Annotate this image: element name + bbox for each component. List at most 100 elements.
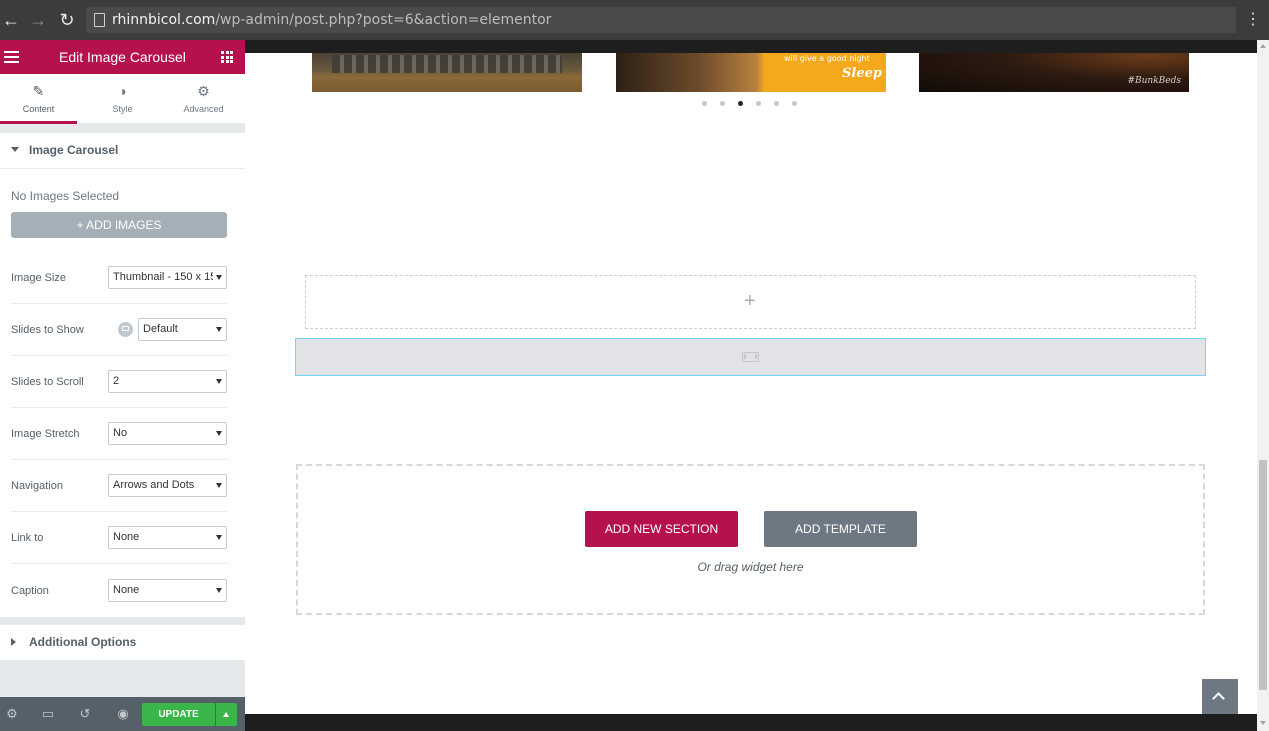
hamburger-menu-icon[interactable] [4, 48, 20, 66]
tab-content[interactable]: ✎ Content [0, 74, 77, 124]
tab-style[interactable]: ◑ Style [84, 74, 161, 124]
section-image-carousel[interactable]: Image Carousel [0, 133, 245, 169]
slides-to-show-select[interactable]: Default [138, 318, 227, 341]
dropdown-arrow-icon [216, 483, 222, 488]
add-images-button[interactable]: + ADD IMAGES [11, 212, 227, 238]
gear-icon: ⚙ [197, 83, 210, 99]
controls-area: No Images Selected + ADD IMAGES Image Si… [0, 169, 245, 617]
carousel-widget-icon [742, 352, 759, 362]
link-to-select[interactable]: None [108, 526, 227, 549]
control-slides-to-scroll: Slides to Scroll 2 [0, 356, 245, 408]
half-circle-icon: ◑ [118, 83, 127, 99]
caret-right-icon [11, 638, 16, 646]
carousel-slide-building[interactable] [312, 53, 582, 92]
select-value: None [113, 584, 140, 596]
select-value: Default [143, 323, 178, 335]
forward-arrow-icon[interactable]: → [27, 9, 49, 31]
select-value: No [113, 427, 128, 439]
slide-script-text: Sleep [842, 66, 882, 81]
control-image-stretch: Image Stretch No [0, 408, 245, 460]
dropdown-arrow-icon [216, 431, 222, 436]
plus-icon[interactable]: + [744, 289, 756, 313]
dropdown-arrow-icon [216, 275, 222, 280]
slide-caption: will give a good night [784, 54, 870, 63]
scroll-thumb[interactable] [1259, 460, 1267, 690]
section-title: Image Carousel [29, 143, 119, 157]
add-new-section-button[interactable]: ADD NEW SECTION [585, 511, 738, 547]
caption-select[interactable]: None [108, 579, 227, 602]
tab-advanced-label: Advanced [183, 104, 224, 114]
navigation-select[interactable]: Arrows and Dots [108, 474, 227, 497]
dropdown-arrow-icon [216, 535, 222, 540]
image-size-select[interactable]: Thumbnail - 150 x 150 [108, 266, 227, 289]
page-icon [94, 13, 105, 27]
caret-down-icon [11, 147, 19, 152]
responsive-device-icon[interactable] [118, 322, 133, 337]
no-images-text: No Images Selected [11, 189, 120, 203]
page-scrollbar[interactable] [1257, 40, 1269, 731]
carousel-dot-active[interactable] [738, 101, 743, 106]
save-options-button[interactable] [216, 703, 237, 726]
carousel-slide-bunkbeds[interactable]: #BunkBeds [919, 53, 1189, 92]
browser-toolbar: ← → ↻ rhinnbicol.com/wp-admin/post.php?p… [0, 0, 1269, 40]
back-to-top-button[interactable] [1202, 679, 1238, 714]
control-label: Caption [11, 585, 49, 597]
url-host: rhinnbicol.com [112, 12, 216, 28]
tab-style-label: Style [112, 104, 133, 114]
select-value: Thumbnail - 150 x 150 [113, 271, 213, 283]
settings-gear-icon[interactable]: ⚙ [4, 706, 20, 722]
url-path: /wp-admin/post.php?post=6&action=element… [215, 12, 552, 28]
add-section-drop-zone[interactable]: ADD NEW SECTION ADD TEMPLATE Or drag wid… [296, 464, 1205, 615]
control-label: Navigation [11, 480, 63, 492]
dropdown-arrow-icon [216, 327, 222, 332]
panel-title: Edit Image Carousel [59, 49, 186, 65]
header-strip [245, 40, 1257, 53]
widgets-grid-icon[interactable] [221, 51, 233, 63]
control-slides-to-show: Slides to Show Default [0, 304, 245, 356]
history-icon[interactable]: ↺ [77, 706, 93, 722]
image-carousel-widget-placeholder[interactable] [295, 338, 1206, 376]
panel-header: Edit Image Carousel [0, 40, 245, 74]
caret-up-icon [223, 712, 229, 717]
responsive-mode-icon[interactable]: ▭ [40, 706, 56, 722]
add-template-button[interactable]: ADD TEMPLATE [764, 511, 917, 547]
scroll-up-icon[interactable] [1260, 44, 1266, 48]
tab-content-label: Content [22, 104, 55, 114]
address-bar[interactable]: rhinnbicol.com/wp-admin/post.php?post=6&… [86, 7, 1236, 33]
control-navigation: Navigation Arrows and Dots [0, 460, 245, 512]
drag-widget-hint: Or drag widget here [697, 560, 804, 574]
elementor-panel: Edit Image Carousel ✎ Content ◑ Style ⚙ … [0, 40, 245, 731]
panel-footer: ⚙ ▭ ↺ ◉ UPDATE [0, 697, 245, 731]
select-value: Arrows and Dots [113, 479, 195, 491]
control-label: Image Size [11, 272, 67, 284]
browser-menu-icon[interactable]: ⋮ [1245, 9, 1261, 31]
control-label: Slides to Show [11, 324, 84, 336]
reload-icon[interactable]: ↻ [56, 9, 78, 31]
carousel-dot[interactable] [792, 101, 797, 106]
control-caption: Caption None [0, 565, 245, 617]
dropdown-arrow-icon [216, 588, 222, 593]
add-widget-area[interactable]: + [305, 275, 1196, 329]
section-title: Additional Options [29, 635, 137, 649]
scroll-down-icon[interactable] [1260, 721, 1266, 725]
carousel-dot[interactable] [720, 101, 725, 106]
panel-tabs: ✎ Content ◑ Style ⚙ Advanced [0, 74, 245, 124]
carousel-dot[interactable] [756, 101, 761, 106]
preview-eye-icon[interactable]: ◉ [115, 706, 131, 722]
dropdown-arrow-icon [216, 379, 222, 384]
carousel-dot[interactable] [774, 101, 779, 106]
section-additional-options[interactable]: Additional Options [0, 625, 245, 661]
back-arrow-icon[interactable]: ← [0, 9, 22, 31]
slide-hashtag: #BunkBeds [1127, 76, 1181, 86]
control-label: Slides to Scroll [11, 376, 84, 388]
image-stretch-select[interactable]: No [108, 422, 227, 445]
update-button[interactable]: UPDATE [142, 703, 215, 726]
tab-advanced[interactable]: ⚙ Advanced [165, 74, 242, 124]
carousel-dot[interactable] [702, 101, 707, 106]
carousel-slide-sleep[interactable]: will give a good night Sleep [616, 53, 886, 92]
pencil-icon: ✎ [32, 83, 45, 99]
slides-to-scroll-select[interactable]: 2 [108, 370, 227, 393]
select-value: 2 [113, 375, 120, 387]
preview-canvas: will give a good night Sleep #BunkBeds +… [245, 40, 1269, 731]
control-image-size: Image Size Thumbnail - 150 x 150 [0, 252, 245, 304]
